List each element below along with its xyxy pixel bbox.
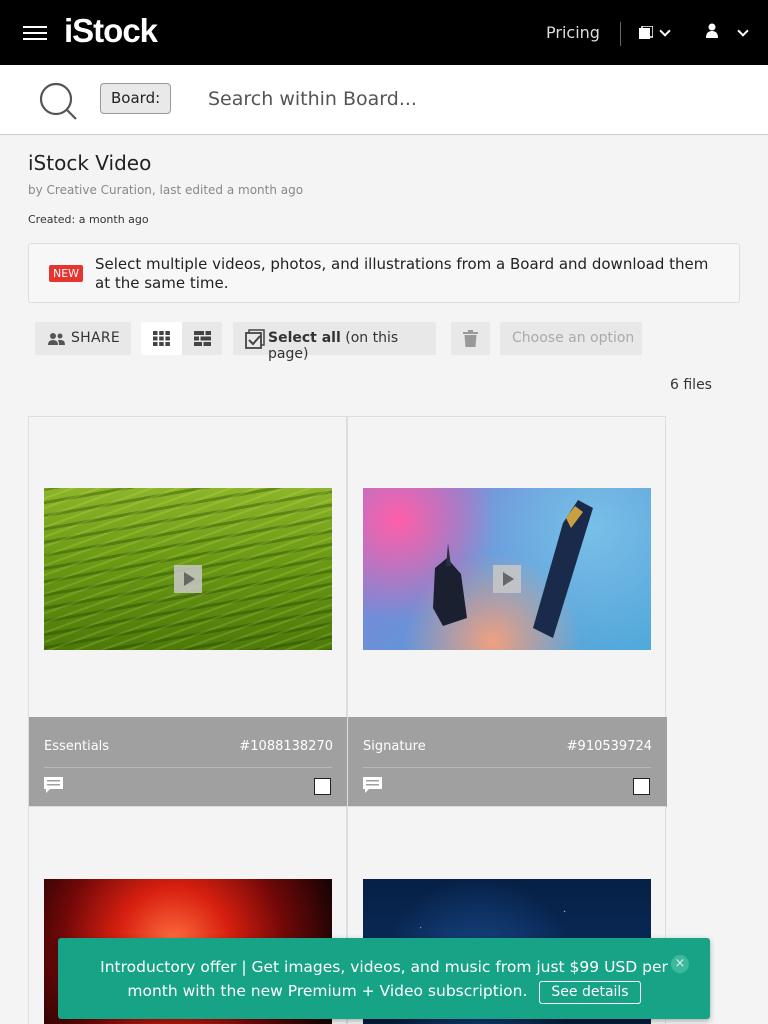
- files-count: 6 files: [670, 377, 712, 393]
- asset-collection[interactable]: Signature: [363, 739, 426, 754]
- new-badge: NEW: [49, 265, 84, 282]
- board-title: iStock Video: [28, 151, 152, 175]
- pricing-link[interactable]: Pricing: [546, 23, 600, 42]
- share-button[interactable]: SHARE: [35, 322, 131, 355]
- checkbox-checked-icon: [245, 329, 265, 349]
- asset-card[interactable]: Essentials #1088138270: [28, 416, 348, 807]
- promo-text-block: Introductory offer | Get images, videos,…: [58, 955, 710, 1004]
- asset-collection[interactable]: Essentials: [44, 739, 109, 754]
- boards-menu-button[interactable]: [639, 24, 675, 42]
- trash-icon: [463, 330, 478, 347]
- search-scope-pill[interactable]: Board:: [100, 83, 172, 114]
- promo-banner: Introductory offer | Get images, videos,…: [58, 938, 710, 1019]
- hamburger-menu-icon[interactable]: [23, 26, 47, 40]
- mosaic-view-button[interactable]: [182, 322, 222, 355]
- board-byline: by Creative Curation, last edited a mont…: [28, 183, 304, 197]
- comment-icon[interactable]: [363, 777, 382, 794]
- chevron-down-icon: [737, 25, 749, 37]
- search-input[interactable]: [208, 82, 748, 116]
- see-details-button[interactable]: See details: [539, 981, 641, 1004]
- asset-meta-bar: Essentials #1088138270: [29, 717, 348, 807]
- asset-id: #910539724: [566, 739, 652, 754]
- mosaic-view-icon: [194, 331, 211, 346]
- grid-view-button[interactable]: [141, 322, 182, 355]
- bulk-action-placeholder: Choose an option: [512, 330, 635, 346]
- asset-select-checkbox[interactable]: [633, 778, 650, 795]
- grid-view-icon: [153, 331, 170, 346]
- delete-button[interactable]: [451, 322, 490, 355]
- board-created: Created: a month ago: [28, 213, 149, 226]
- share-label: SHARE: [71, 330, 121, 346]
- asset-select-checkbox[interactable]: [314, 778, 331, 795]
- chevron-down-icon: [659, 25, 671, 37]
- person-icon: [706, 23, 718, 38]
- asset-meta-bar: Signature #910539724: [348, 717, 667, 807]
- asset-thumbnail[interactable]: [363, 488, 651, 650]
- people-icon: [48, 333, 65, 345]
- divider: [44, 767, 332, 768]
- top-nav: iStock Pricing: [0, 0, 768, 65]
- search-bar: Board:: [0, 65, 768, 135]
- asset-card[interactable]: Signature #910539724: [347, 416, 667, 807]
- account-menu-button[interactable]: [705, 23, 751, 43]
- multi-download-notice: NEW Select multiple videos, photos, and …: [28, 243, 740, 303]
- asset-id: #1088138270: [239, 739, 333, 754]
- select-all-label: Select all (on this page): [268, 330, 399, 362]
- notice-text: Select multiple videos, photos, and illu…: [95, 255, 709, 292]
- comment-icon[interactable]: [44, 777, 63, 794]
- nav-divider: [620, 22, 621, 46]
- divider: [363, 767, 651, 768]
- play-icon[interactable]: [174, 565, 202, 593]
- play-icon[interactable]: [493, 565, 521, 593]
- boards-icon: [639, 26, 653, 39]
- select-all-button[interactable]: Select all (on this page): [233, 322, 436, 362]
- istock-logo[interactable]: iStock: [64, 12, 158, 50]
- bulk-action-select[interactable]: Choose an option: [500, 322, 642, 355]
- search-icon[interactable]: [38, 81, 78, 121]
- asset-thumbnail[interactable]: [44, 488, 332, 650]
- close-icon[interactable]: ×: [671, 955, 689, 973]
